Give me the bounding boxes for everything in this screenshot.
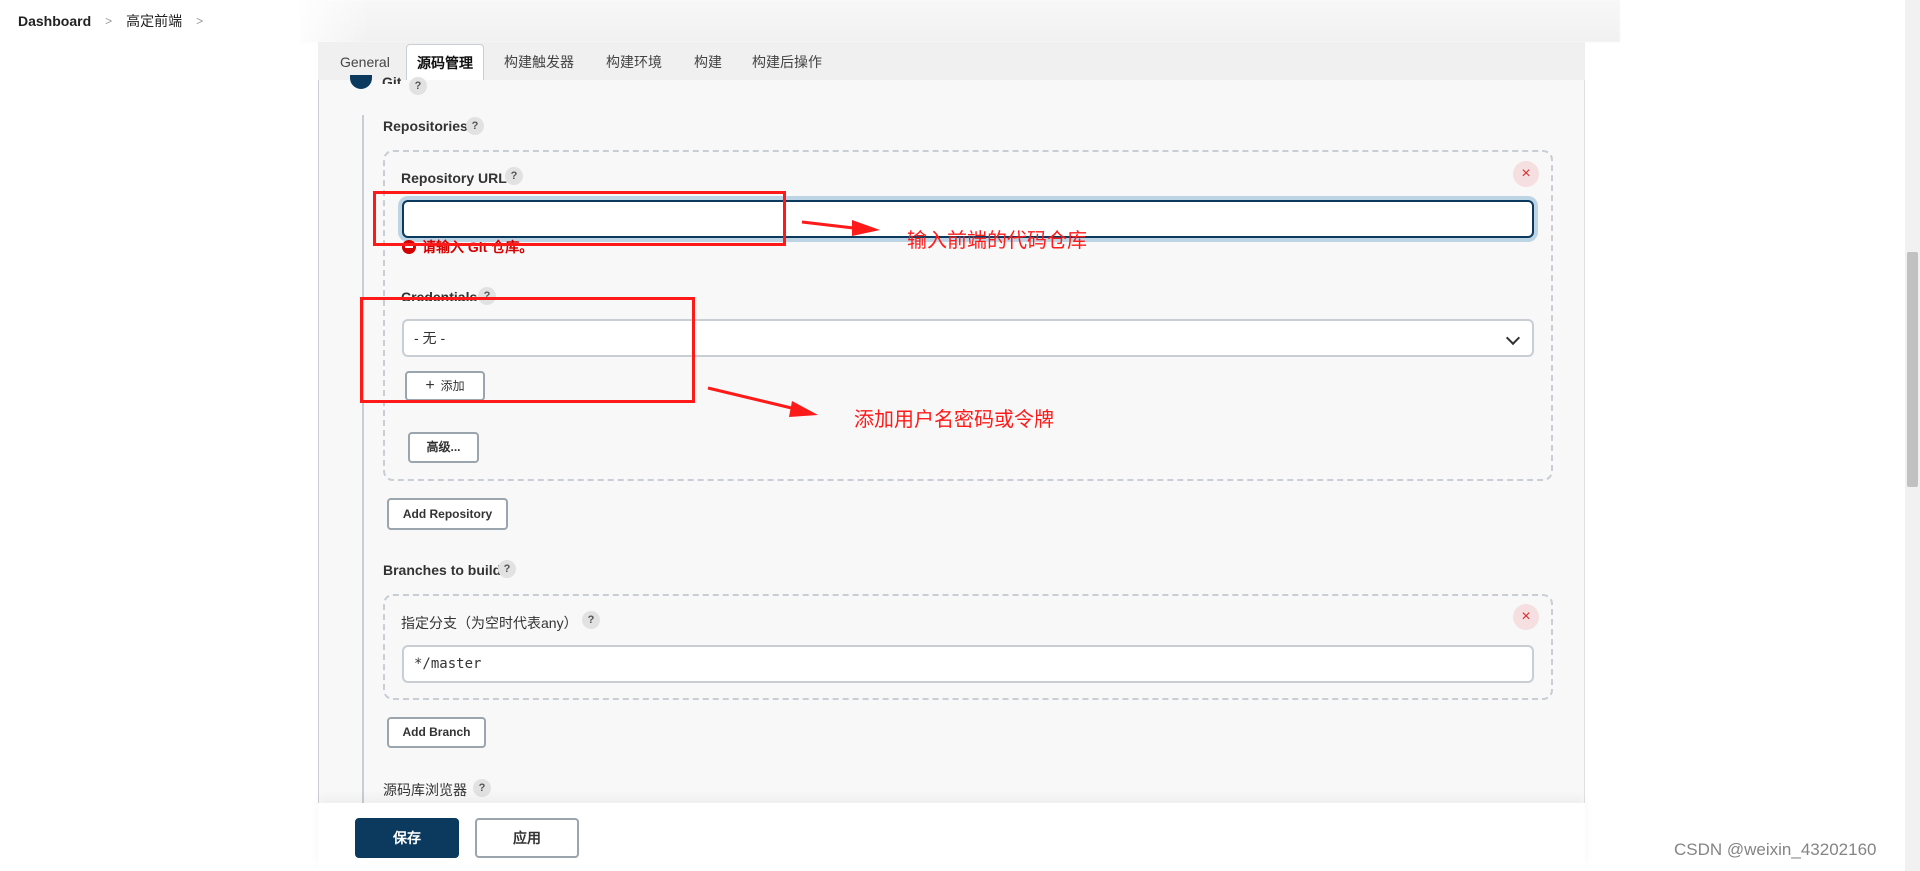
git-label: Git	[382, 74, 402, 84]
tab-build[interactable]: 构建	[684, 42, 732, 80]
annotation-box-credentials	[360, 297, 695, 403]
tab-build-env[interactable]: 构建环境	[596, 42, 672, 80]
help-icon[interactable]: ?	[409, 77, 427, 95]
branches-label: Branches to build	[383, 562, 502, 578]
tab-build-triggers[interactable]: 构建触发器	[494, 42, 584, 80]
help-icon[interactable]: ?	[582, 611, 600, 629]
help-icon[interactable]: ?	[498, 560, 516, 578]
advanced-button[interactable]: 高级...	[408, 432, 479, 463]
add-repository-button[interactable]: Add Repository	[387, 498, 508, 530]
annotation-arrow-repo-url	[801, 220, 880, 236]
config-tabs: General 源码管理 构建触发器 构建环境 构建 构建后操作	[318, 42, 1585, 80]
save-button[interactable]: 保存	[355, 818, 459, 858]
help-icon[interactable]: ?	[466, 117, 484, 135]
annotation-text-repo-url: 输入前端的代码仓库	[907, 230, 1087, 252]
chevron-right-icon[interactable]: >	[196, 14, 203, 28]
breadcrumb: Dashboard > 高定前端 >	[18, 10, 217, 32]
annotation-arrow-credentials	[707, 386, 818, 417]
annotation-box-repo-url	[373, 191, 786, 246]
watermark: CSDN @weixin_43202160	[1674, 840, 1877, 859]
section-divider	[362, 115, 364, 805]
delete-repository-icon[interactable]: ×	[1513, 161, 1539, 187]
scrollbar-thumb[interactable]	[1907, 252, 1918, 487]
delete-branch-icon[interactable]: ×	[1513, 604, 1539, 630]
chevron-down-icon	[1505, 330, 1521, 346]
header-fade	[290, 0, 370, 42]
repositories-label: Repositories	[383, 118, 468, 134]
annotation-text-credentials: 添加用户名密码或令牌	[854, 409, 1054, 431]
chevron-right-icon[interactable]: >	[105, 14, 112, 28]
apply-button[interactable]: 应用	[475, 818, 579, 858]
help-icon[interactable]: ?	[505, 167, 523, 185]
breadcrumb-project[interactable]: 高定前端	[126, 11, 182, 31]
breadcrumb-dashboard[interactable]: Dashboard	[18, 13, 91, 29]
branch-specifier-input[interactable]	[402, 645, 1534, 683]
header-strip	[300, 0, 1620, 42]
help-icon[interactable]: ?	[473, 779, 491, 797]
tab-post-build[interactable]: 构建后操作	[742, 42, 832, 80]
add-branch-button[interactable]: Add Branch	[387, 717, 486, 748]
repo-browser-label: 源码库浏览器	[383, 782, 467, 798]
repository-url-label: Repository URL	[401, 170, 507, 186]
branch-specifier-label: 指定分支（为空时代表any）	[401, 615, 578, 631]
tab-scm[interactable]: 源码管理	[406, 44, 484, 80]
